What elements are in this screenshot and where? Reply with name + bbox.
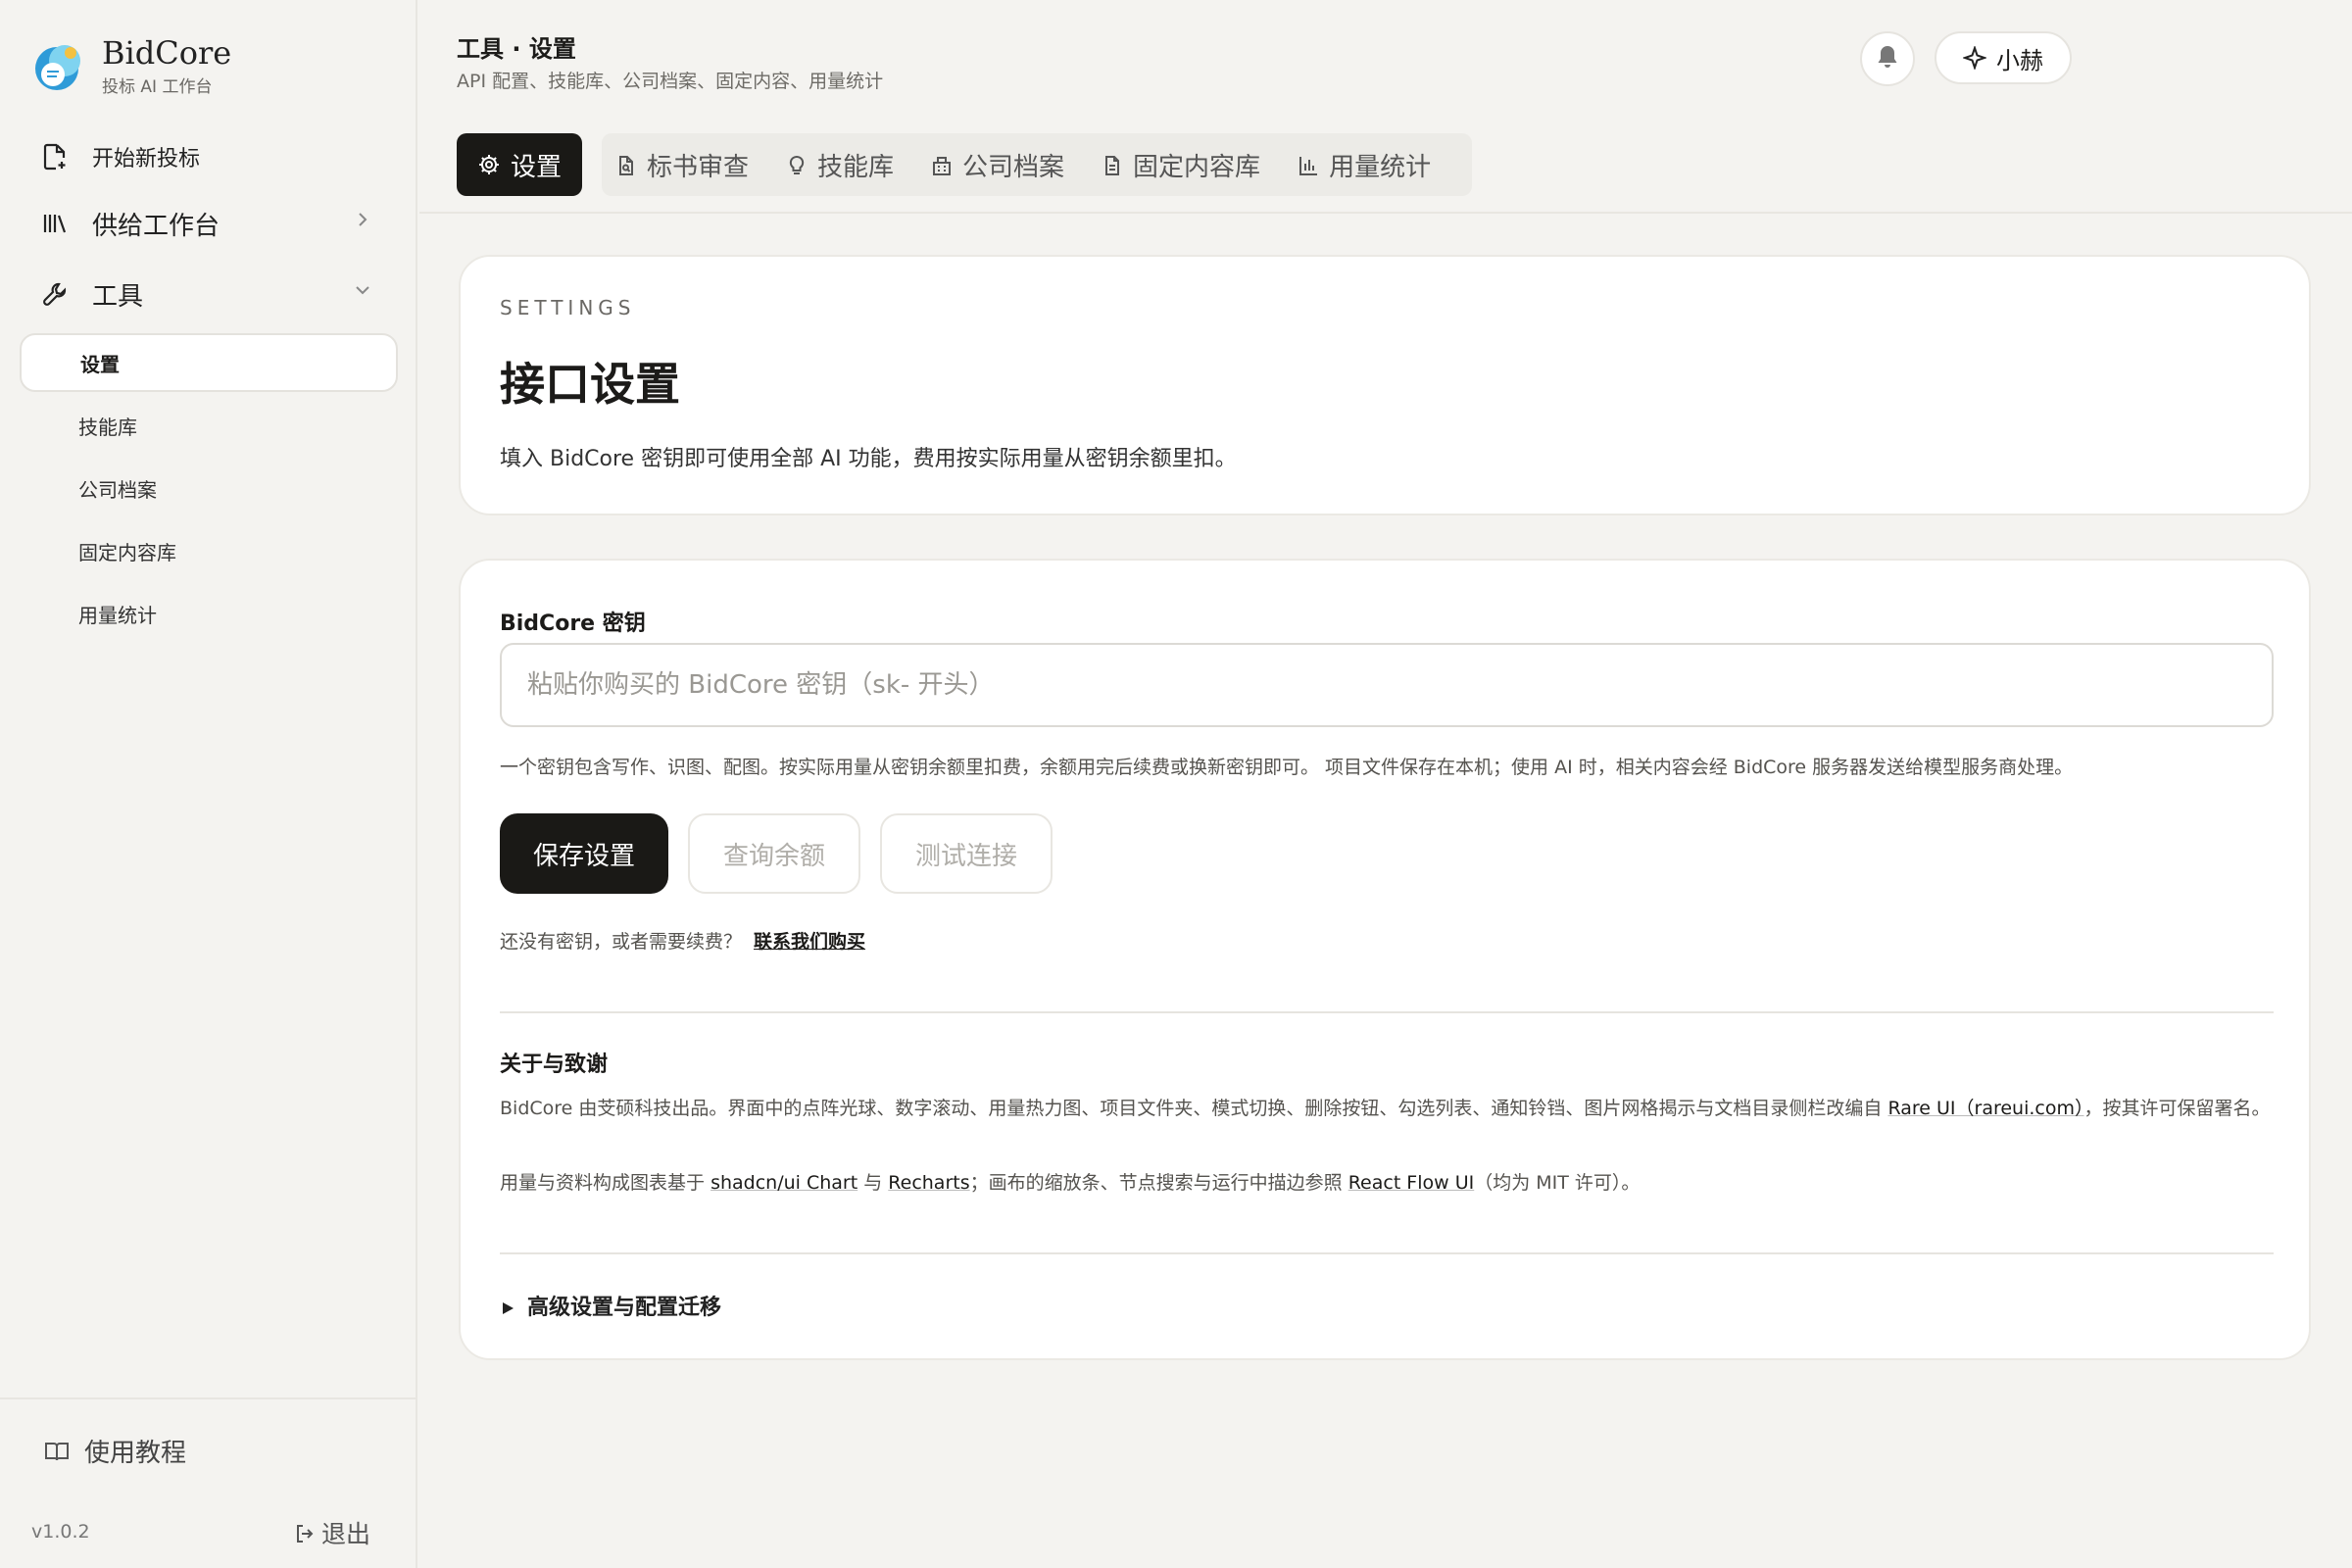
- brand[interactable]: BidCore 投标 AI 工作台: [31, 35, 231, 97]
- assistant-button[interactable]: 小赫: [1935, 31, 2072, 84]
- about-text: ；画布的缩放条、节点搜索与运行中描边参照: [969, 1172, 1343, 1194]
- api-key-card: BidCore 密钥 一个密钥包含写作、识图、配图。按实际用量从密钥余额里扣费，…: [459, 559, 2311, 1360]
- triangle-right-icon: [500, 1298, 515, 1314]
- about-text: （均为 MIT 许可）。: [1474, 1172, 1641, 1194]
- advanced-settings-toggle[interactable]: 高级设置与配置迁移: [500, 1290, 721, 1321]
- sidebar-item-new-bid[interactable]: 开始新投标: [20, 125, 398, 188]
- bell-icon: [1875, 43, 1900, 74]
- recharts-link[interactable]: Recharts: [888, 1172, 969, 1194]
- sidebar-subitem-usage[interactable]: 用量统计: [20, 584, 398, 643]
- settings-intro-card: SETTINGS 接口设置 填入 BidCore 密钥即可使用全部 AI 功能，…: [459, 255, 2311, 515]
- react-flow-ui-link[interactable]: React Flow UI: [1348, 1172, 1475, 1194]
- tab-label: 标书审查: [647, 152, 750, 182]
- sidebar-item-tools[interactable]: 工具: [20, 259, 398, 329]
- bar-chart-icon: [1298, 154, 1319, 175]
- chevron-right-icon: [351, 208, 374, 231]
- notification-button[interactable]: [1860, 31, 1915, 86]
- rareui-link[interactable]: Rare UI（rareui.com）: [1887, 1098, 2083, 1119]
- about-paragraph-2: 用量与资料构成图表基于 shadcn/ui Chart 与 Recharts；画…: [500, 1168, 1640, 1195]
- buy-prompt: 还没有密钥，或者需要续费？ 联系我们购买: [500, 927, 865, 954]
- section-title: 接口设置: [500, 358, 680, 411]
- new-file-icon: [39, 141, 71, 172]
- divider: [500, 1252, 2274, 1254]
- tab-usage[interactable]: 用量统计: [1298, 147, 1431, 183]
- page-subtitle: API 配置、技能库、公司档案、固定内容、用量统计: [457, 71, 884, 92]
- tab-label: 固定内容库: [1133, 152, 1261, 182]
- sidebar-subitem-settings[interactable]: 设置: [20, 333, 398, 392]
- tab-label: 设置: [510, 152, 562, 182]
- about-paragraph-1: BidCore 由芠硕科技出品。界面中的点阵光球、数字滚动、用量热力图、项目文件…: [500, 1092, 2283, 1125]
- sidebar-item-label: 工具: [92, 281, 144, 312]
- sparkle-icon: [1961, 44, 1988, 72]
- building-icon: [931, 154, 953, 175]
- sidebar-item-label: 供给工作台: [92, 211, 220, 241]
- about-title: 关于与致谢: [500, 1053, 609, 1077]
- lightbulb-icon: [786, 154, 808, 175]
- buy-prompt-text: 还没有密钥，或者需要续费？: [500, 931, 743, 953]
- sidebar-subitem-skills[interactable]: 技能库: [20, 396, 398, 455]
- wrench-icon: [39, 278, 71, 310]
- about-text: BidCore 由芠硕科技出品。界面中的点阵光球、数字滚动、用量热力图、项目文件…: [500, 1098, 1883, 1119]
- sidebar-item-supply[interactable]: 供给工作台: [20, 188, 398, 259]
- buy-link[interactable]: 联系我们购买: [754, 931, 865, 953]
- about-text: 与: [863, 1172, 883, 1194]
- file-search-icon: [615, 154, 637, 175]
- tutorial-link[interactable]: 使用教程: [43, 1433, 186, 1469]
- sidebar-footer: 使用教程 v1.0.2 退出: [0, 1397, 416, 1568]
- document-icon: [1102, 154, 1123, 175]
- tutorial-label: 使用教程: [84, 1439, 187, 1468]
- app-version: v1.0.2: [31, 1521, 90, 1543]
- tab-bid-review[interactable]: 标书审查: [615, 147, 749, 183]
- key-field-label: BidCore 密钥: [500, 612, 646, 636]
- sidebar: BidCore 投标 AI 工作台 开始新投标 供给工作台 工具 设置 技能库 …: [0, 0, 417, 1568]
- about-text: ，按其许可保留署名。: [2083, 1098, 2271, 1119]
- book-icon: [43, 1438, 71, 1465]
- sidebar-item-label: 开始新投标: [92, 147, 201, 172]
- brand-name: BidCore: [102, 34, 232, 72]
- shadcn-chart-link[interactable]: shadcn/ui Chart: [710, 1172, 858, 1194]
- assistant-label: 小赫: [1996, 46, 2043, 74]
- brand-subtitle: 投标 AI 工作台: [102, 77, 213, 97]
- tab-skills[interactable]: 技能库: [786, 147, 894, 183]
- tab-fixed-content[interactable]: 固定内容库: [1102, 147, 1260, 183]
- page-title: 工具 · 设置: [457, 35, 576, 63]
- sidebar-nav: 开始新投标 供给工作台 工具 设置 技能库 公司档案 固定内容库 用量统计: [20, 125, 398, 647]
- save-settings-button[interactable]: 保存设置: [500, 813, 668, 894]
- logout-icon: [294, 1522, 316, 1544]
- logout-button[interactable]: 退出: [294, 1515, 370, 1550]
- section-description: 填入 BidCore 密钥即可使用全部 AI 功能，费用按实际用量从密钥余额里扣…: [500, 447, 1237, 471]
- sidebar-subitem-fixed-content[interactable]: 固定内容库: [20, 521, 398, 580]
- section-eyebrow: SETTINGS: [500, 296, 636, 319]
- advanced-label: 高级设置与配置迁移: [527, 1296, 722, 1320]
- key-hint: 一个密钥包含写作、识图、配图。按实际用量从密钥余额里扣费，余额用完后续费或换新密…: [500, 757, 2074, 778]
- api-key-input[interactable]: [500, 643, 2274, 727]
- divider: [500, 1011, 2274, 1013]
- tools-tabs: 设置 标书审查 技能库 公司档案 固定内容库 用量统计: [419, 125, 2352, 214]
- tab-company[interactable]: 公司档案: [931, 147, 1064, 183]
- page-header: 工具 · 设置 API 配置、技能库、公司档案、固定内容、用量统计 小赫: [419, 0, 2352, 125]
- check-balance-button[interactable]: 查询余额: [688, 813, 860, 894]
- tab-label: 公司档案: [962, 152, 1065, 182]
- tab-label: 用量统计: [1329, 152, 1432, 182]
- chevron-down-icon: [351, 278, 374, 302]
- sidebar-subitem-company[interactable]: 公司档案: [20, 459, 398, 517]
- logout-label: 退出: [320, 1520, 370, 1548]
- gear-icon: [477, 153, 501, 176]
- tabs-group: 标书审查 技能库 公司档案 固定内容库 用量统计: [602, 133, 1472, 196]
- tab-label: 技能库: [817, 152, 895, 182]
- bidcore-logo-icon: [31, 39, 86, 94]
- test-connection-button[interactable]: 测试连接: [880, 813, 1053, 894]
- about-text: 用量与资料构成图表基于: [500, 1172, 706, 1194]
- library-icon: [39, 208, 71, 239]
- tab-settings[interactable]: 设置: [457, 133, 582, 196]
